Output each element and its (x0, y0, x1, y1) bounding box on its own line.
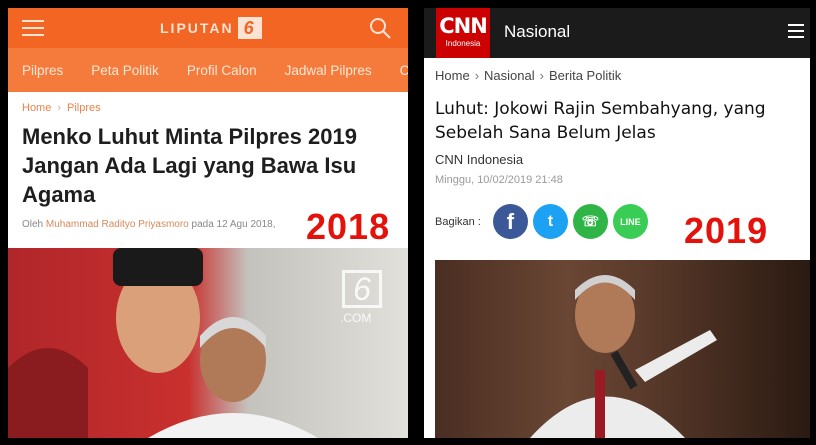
article-date: Minggu, 10/02/2019 21:48 (435, 174, 563, 186)
breadcrumb-berita-politik[interactable]: Berita Politik (549, 68, 621, 83)
article-photo (435, 260, 810, 438)
hamburger-menu-icon[interactable] (22, 20, 44, 36)
liputan6-logo[interactable]: LIPUTAN 6 (160, 17, 262, 39)
hamburger-menu-icon[interactable] (788, 24, 804, 38)
breadcrumb-separator: › (539, 68, 544, 83)
year-label-2018: 2018 (306, 206, 391, 247)
share-bar: Bagikan : f t ☏ LINE (435, 204, 653, 239)
nav-item-truncated[interactable]: Ce (400, 63, 408, 78)
article-title: Menko Luhut Minta Pilpres 2019 Jangan Ad… (22, 124, 357, 207)
article-title: Luhut: Jokowi Rajin Sembahyang, yang Seb… (435, 99, 766, 143)
nav-item-peta-politik[interactable]: Peta Politik (91, 63, 159, 78)
nav-item-jadwal-pilpres[interactable]: Jadwal Pilpres (285, 63, 372, 78)
logo-indonesia-text: Indonesia (445, 39, 481, 48)
breadcrumb-separator: › (474, 68, 480, 83)
byline-prefix: Oleh (22, 219, 46, 230)
facebook-icon[interactable]: f (492, 204, 528, 239)
breadcrumb-nasional[interactable]: Nasional (484, 68, 535, 83)
year-label-2019: 2019 (684, 210, 769, 251)
breadcrumb: Home › Nasional › Berita Politik (435, 68, 798, 83)
cnn-indonesia-logo[interactable]: CNN Indonesia (436, 8, 490, 58)
logo-text: LIPUTAN (160, 20, 234, 36)
line-icon[interactable]: LINE (612, 204, 648, 239)
breadcrumb-pilpres[interactable]: Pilpres (67, 102, 101, 114)
nav-item-profil-calon[interactable]: Profil Calon (187, 63, 257, 78)
section-title[interactable]: Nasional (504, 22, 570, 42)
byline-date: pada 12 Agu 2018, (188, 219, 276, 230)
logo-six-mark: 6 (237, 17, 262, 39)
category-nav: Pilpres Peta Politik Profil Calon Jadwal… (8, 48, 408, 92)
breadcrumb-home[interactable]: Home (22, 102, 51, 114)
article-source: CNN Indonesia (435, 152, 524, 167)
liputan6-watermark: 6 (342, 270, 382, 308)
photo-illustration (530, 275, 717, 438)
article-photo: 6 .COM (8, 248, 408, 438)
author-link[interactable]: Muhammad Radityo Priyasmoro (46, 219, 189, 230)
liputan6-header: LIPUTAN 6 (8, 8, 408, 48)
search-icon[interactable] (368, 16, 392, 40)
watermark-domain: .COM (340, 311, 372, 325)
cnn-header: CNN Indonesia Nasional (424, 8, 810, 58)
twitter-icon[interactable]: t (532, 204, 568, 239)
whatsapp-icon[interactable]: ☏ (572, 204, 608, 239)
breadcrumb-home[interactable]: Home (435, 68, 470, 83)
breadcrumb-separator: › (57, 102, 62, 114)
share-label: Bagikan : (435, 215, 481, 228)
breadcrumb: Home › Pilpres (22, 102, 396, 114)
logo-cnn-text: CNN (439, 14, 488, 38)
nav-item-pilpres[interactable]: Pilpres (22, 63, 63, 78)
